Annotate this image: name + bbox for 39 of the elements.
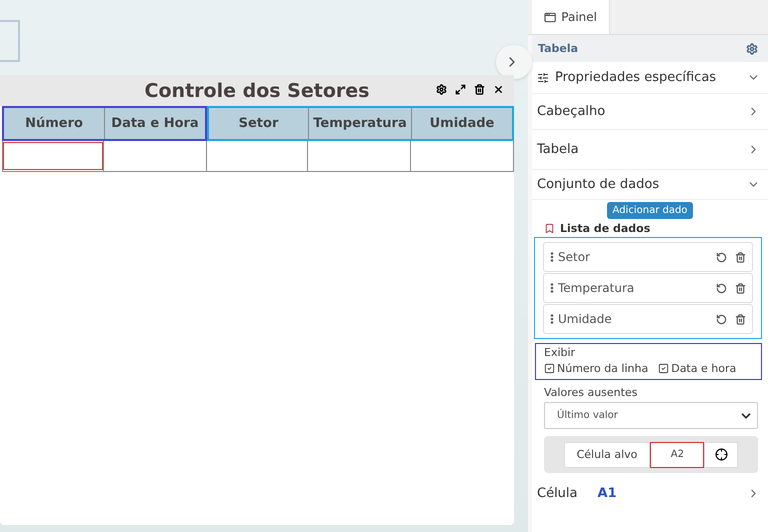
checkbox-option[interactable]: Número da linha	[544, 362, 648, 375]
close-icon[interactable]	[493, 84, 504, 95]
column-header: Temperatura	[308, 108, 411, 139]
trash-icon[interactable]	[735, 252, 746, 262]
crosshair-icon	[714, 448, 728, 461]
checkbox-option[interactable]: Data e hora	[658, 362, 736, 375]
trash-icon[interactable]	[735, 282, 746, 294]
column-header: Setor	[209, 108, 308, 139]
target-cell-input[interactable]: A2	[650, 442, 704, 468]
table-cell[interactable]	[2, 141, 104, 171]
data-item[interactable]: Umidade	[543, 304, 753, 334]
trash-icon[interactable]	[474, 84, 485, 95]
bookmark-icon	[544, 223, 555, 234]
panel-header: Tabela	[538, 42, 578, 55]
checkbox-checked-icon[interactable]	[658, 363, 670, 374]
data-item[interactable]: Temperatura	[543, 273, 753, 303]
reset-icon[interactable]	[716, 282, 727, 294]
column-header: Umidade	[411, 108, 512, 139]
add-data-button[interactable]: Adicionar dado	[606, 202, 694, 219]
reset-icon[interactable]	[716, 252, 727, 262]
sliders-icon	[537, 72, 549, 84]
group-label: Exibir	[544, 346, 576, 359]
trash-icon[interactable]	[735, 314, 746, 324]
expand-icon[interactable]	[455, 84, 466, 95]
window-icon	[544, 10, 556, 24]
column-header: Data e Hora	[104, 108, 205, 139]
checkbox-checked-icon[interactable]	[544, 363, 555, 374]
data-item[interactable]: Setor	[543, 242, 753, 272]
column-header: Número	[4, 108, 104, 139]
field-label: Valores ausentes	[544, 386, 638, 399]
reset-icon[interactable]	[716, 314, 727, 324]
list-title: Lista de dados	[560, 222, 650, 235]
widget-title: Controle dos Setores	[144, 80, 370, 102]
missing-values-select[interactable]: Último valor	[544, 402, 758, 429]
settings-icon[interactable]	[436, 84, 447, 95]
target-cell-label: Célula alvo	[564, 442, 650, 468]
panel-tab[interactable]: Painel	[532, 0, 610, 34]
pick-cell-button[interactable]	[704, 442, 738, 468]
widget-outline	[0, 20, 20, 62]
